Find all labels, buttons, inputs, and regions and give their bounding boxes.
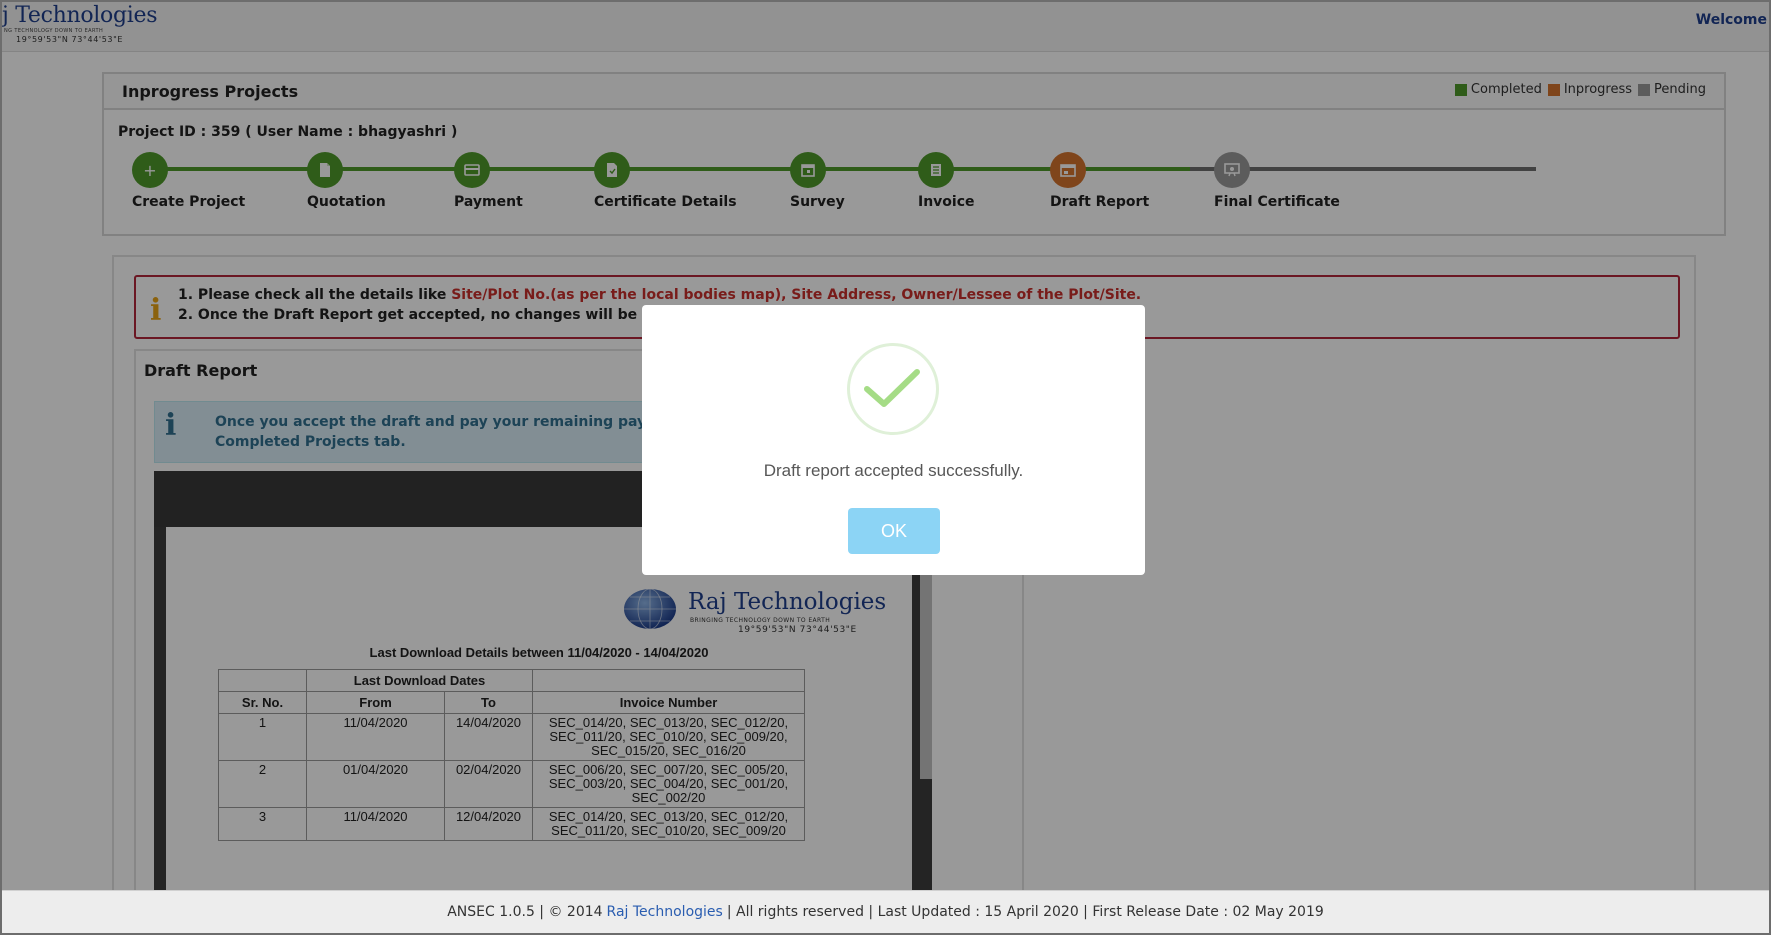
- footer: ANSEC 1.0.5 | © 2014 Raj Technologies | …: [2, 890, 1769, 933]
- checkmark-icon: [847, 343, 939, 435]
- footer-suffix: | All rights reserved | Last Updated : 1…: [726, 904, 1324, 920]
- footer-company-link[interactable]: Raj Technologies: [607, 904, 723, 920]
- success-dialog: Draft report accepted successfully. OK: [642, 305, 1145, 575]
- dialog-message: Draft report accepted successfully.: [763, 461, 1024, 480]
- modal-backdrop[interactable]: Draft report accepted successfully. OK: [0, 0, 1771, 935]
- footer-prefix: ANSEC 1.0.5 | © 2014: [447, 904, 603, 920]
- ok-button[interactable]: OK: [848, 508, 940, 554]
